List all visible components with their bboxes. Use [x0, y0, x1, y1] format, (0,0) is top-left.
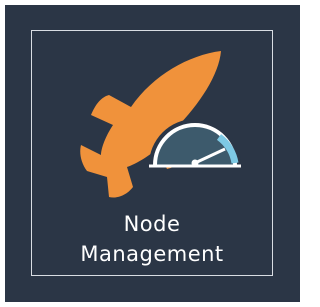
- tile-label-line1: Node: [123, 212, 181, 236]
- tile-label-line2: Management: [80, 242, 224, 266]
- rocket-speedometer-icon: [80, 51, 241, 198]
- node-management-tile[interactable]: Node Management: [5, 5, 300, 302]
